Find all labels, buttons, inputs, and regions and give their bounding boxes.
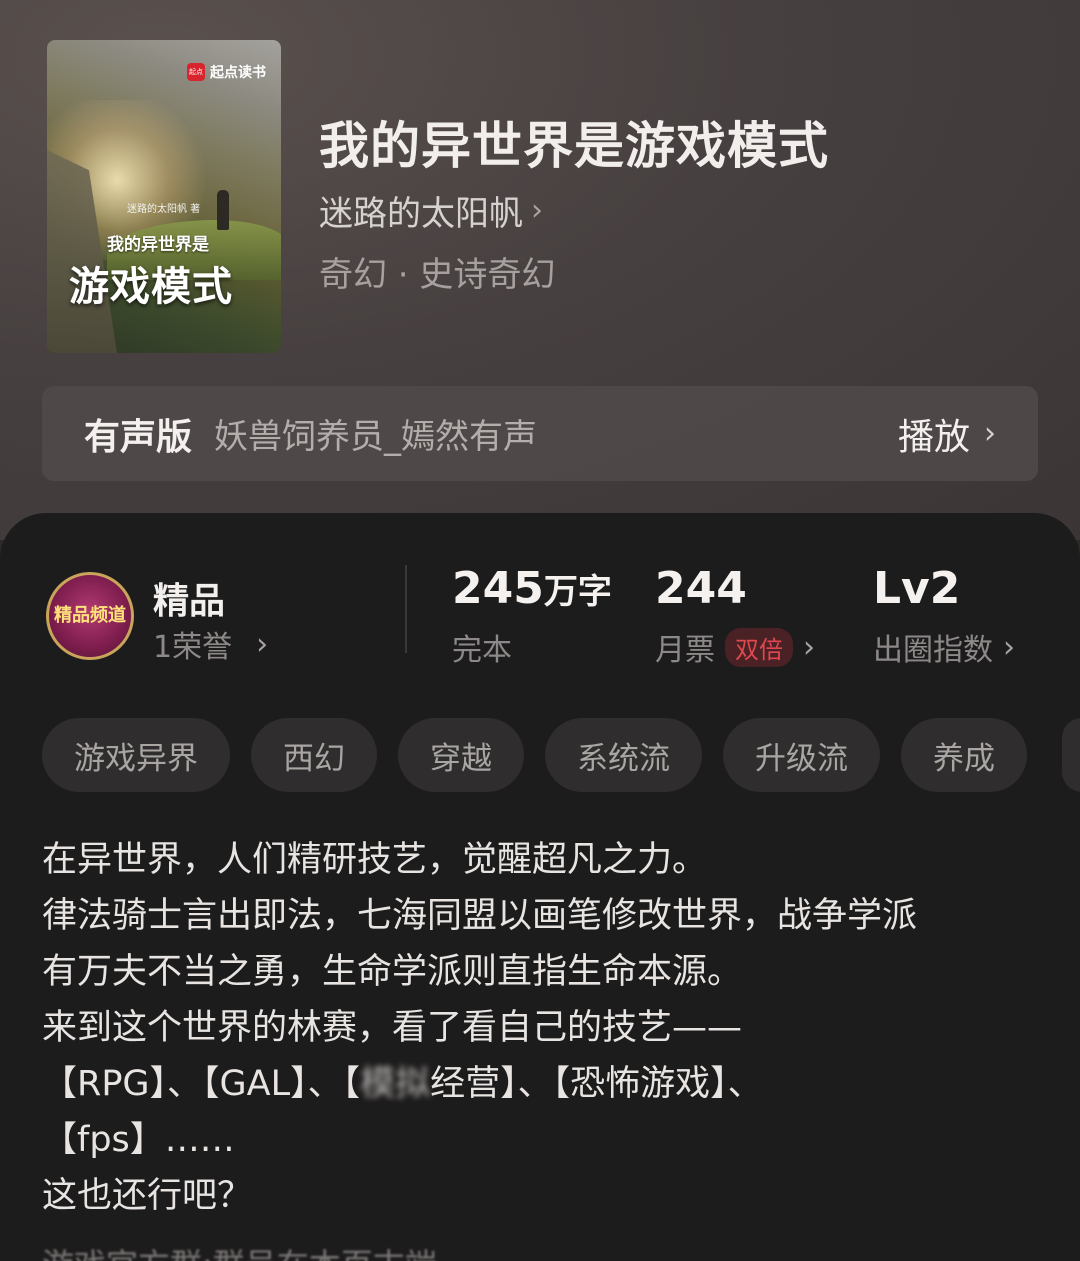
honors-link[interactable]: 1荣誉 › bbox=[153, 622, 268, 666]
description-text: 【RPG】、【GAL】、【 bbox=[42, 1064, 361, 1104]
tag-chip[interactable]: 系统流 bbox=[545, 718, 702, 792]
description-cutoff-line: 游戏官方群:群号在本页末端 bbox=[42, 1240, 437, 1261]
qidian-logo-icon: 起点 bbox=[187, 63, 205, 81]
chevron-right-icon: › bbox=[531, 193, 543, 228]
completion-status: 完本 bbox=[452, 633, 512, 668]
blurred-text: 模拟 bbox=[360, 1064, 431, 1104]
chevron-right-icon: › bbox=[256, 626, 269, 662]
description-line: 有万夫不当之勇，生命学派则直指生命本源。 bbox=[42, 952, 743, 992]
play-label: 播放 bbox=[897, 416, 970, 458]
description-line: 【RPG】、【GAL】、【模拟经营】、【恐怖游戏】、 bbox=[42, 1056, 1042, 1112]
monthly-tickets-count: 244 bbox=[655, 563, 747, 614]
honors-count: 1荣誉 bbox=[153, 630, 233, 665]
book-title: 我的异世界是游戏模式 bbox=[319, 116, 829, 175]
cover-author: 迷路的太阳帆 著 bbox=[127, 204, 201, 215]
book-genre: 奇幻 · 史诗奇幻 bbox=[319, 255, 556, 295]
audio-narrator: 妖兽饲养员_嫣然有声 bbox=[214, 417, 538, 457]
word-count-unit: 万字 bbox=[543, 572, 612, 612]
description-line: 这也还行吧？ bbox=[42, 1176, 253, 1216]
qidian-logo-text: 起点读书 bbox=[210, 65, 266, 81]
book-description[interactable]: 在异世界，人们精研技艺，觉醒超凡之力。 律法骑士言出即法，七海同盟以画笔修改世界… bbox=[42, 832, 1042, 1224]
audio-label: 有声版 bbox=[84, 416, 193, 458]
description-line: 【fps】…… bbox=[42, 1120, 235, 1160]
play-button[interactable]: 播放 › bbox=[898, 408, 996, 460]
cover-title-line1: 我的异世界是 bbox=[107, 235, 209, 255]
tag-chip-overflow[interactable] bbox=[1062, 718, 1080, 792]
tag-list: 游戏异界 西幻 穿越 系统流 升级流 养成 bbox=[42, 718, 1027, 792]
word-count: 245万字 bbox=[452, 563, 612, 614]
description-line: 来到这个世界的林赛，看了看自己的技艺—— bbox=[42, 1008, 743, 1048]
description-line: 在异世界，人们精研技艺，觉醒超凡之力。 bbox=[42, 840, 708, 880]
tag-chip[interactable]: 穿越 bbox=[398, 718, 524, 792]
chevron-right-icon: › bbox=[1003, 629, 1015, 665]
popularity-level: Lv2 bbox=[873, 563, 961, 614]
stats-divider bbox=[405, 565, 407, 653]
author-link[interactable]: 迷路的太阳帆 › bbox=[319, 186, 543, 235]
quality-badge-icon[interactable]: 精品频道 bbox=[46, 572, 134, 660]
cover-title-line2: 游戏模式 bbox=[69, 263, 233, 310]
popularity-index-link[interactable]: 出圈指数 › bbox=[873, 625, 1015, 669]
quality-title: 精品 bbox=[153, 581, 226, 622]
double-badge: 双倍 bbox=[725, 627, 793, 667]
popularity-index-label: 出圈指数 bbox=[873, 633, 993, 668]
tag-chip[interactable]: 西幻 bbox=[251, 718, 377, 792]
qidian-logo: 起点 起点读书 bbox=[187, 62, 266, 82]
description-line: 律法骑士言出即法，七海同盟以画笔修改世界，战争学派 bbox=[42, 896, 918, 936]
tag-chip[interactable]: 升级流 bbox=[723, 718, 880, 792]
description-text: 经营】、【恐怖游戏】、 bbox=[430, 1064, 763, 1104]
word-count-number: 245 bbox=[452, 563, 544, 614]
book-cover[interactable]: 起点 起点读书 迷路的太阳帆 著 我的异世界是 游戏模式 bbox=[47, 40, 281, 353]
tag-chip[interactable]: 养成 bbox=[901, 718, 1027, 792]
cover-figure bbox=[217, 190, 229, 230]
monthly-tickets-link[interactable]: 月票 双倍 › bbox=[655, 625, 815, 669]
chevron-right-icon: › bbox=[984, 416, 996, 451]
chevron-right-icon: › bbox=[803, 629, 815, 665]
audio-version-bar[interactable]: 有声版 妖兽饲养员_嫣然有声 播放 › bbox=[42, 386, 1038, 481]
author-name: 迷路的太阳帆 bbox=[319, 194, 523, 234]
monthly-tickets-label: 月票 bbox=[655, 633, 715, 668]
tag-chip[interactable]: 游戏异界 bbox=[42, 718, 230, 792]
